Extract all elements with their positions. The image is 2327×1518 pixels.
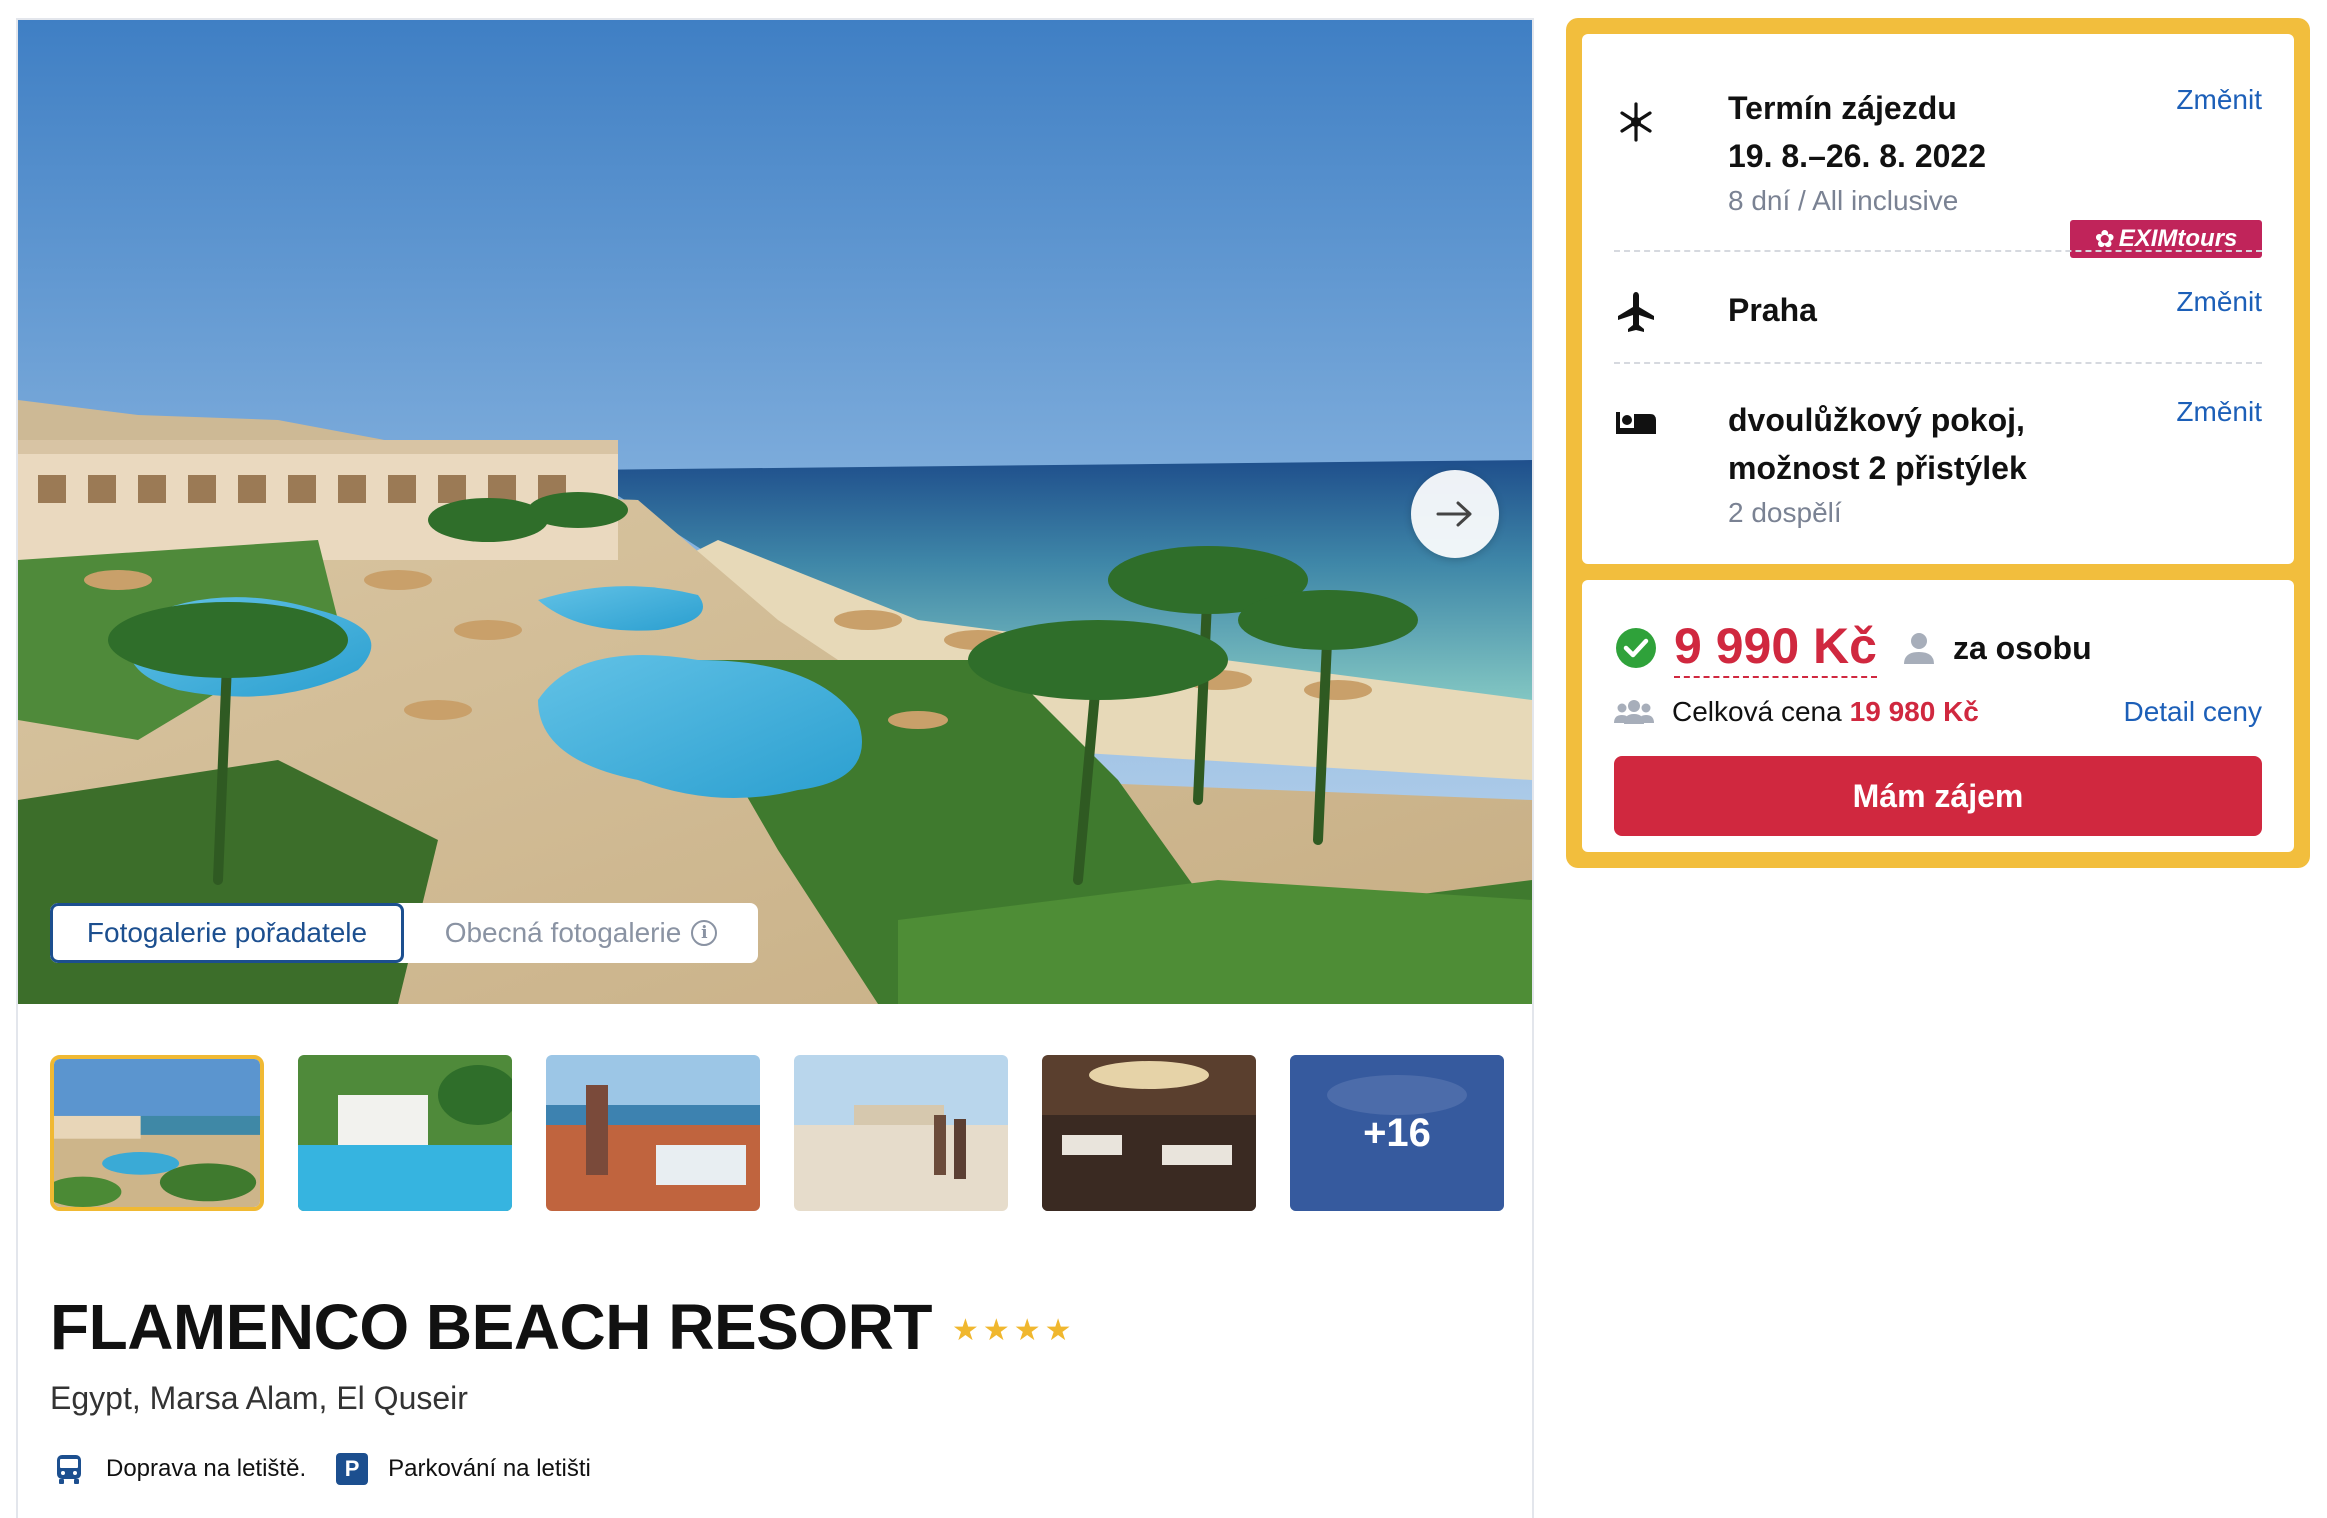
amenity-transfer-label: Doprava na letiště. <box>106 1455 307 1482</box>
thumbnail-pool-image <box>298 1055 512 1211</box>
term-dates: 19. 8.–26. 8. 2022 <box>1728 138 1986 174</box>
divider <box>1614 362 2262 364</box>
operator-logo: ✿ EXIMtours <box>2070 220 2262 258</box>
more-photos-count: +16 <box>1290 1055 1504 1211</box>
thumbnail-2[interactable] <box>298 1055 512 1211</box>
group-icon <box>1614 700 1654 724</box>
thumbnail-beach-image <box>794 1055 1008 1211</box>
amenity-transfer: Doprava na letiště. <box>52 1452 306 1486</box>
star-icon: ★ <box>982 1314 1010 1347</box>
thumbnail-resort-image <box>54 1059 260 1207</box>
tab-general-gallery[interactable]: Obecná fotogalerie i <box>404 903 758 963</box>
check-circle-icon <box>1616 628 1656 668</box>
thumbnail-restaurant-image <box>1042 1055 1256 1211</box>
thumbnail-strip: +16 <box>50 1055 1520 1215</box>
trip-details: Termín zájezdu 19. 8.–26. 8. 2022 8 dní … <box>1582 34 2294 564</box>
next-photo-button[interactable] <box>1411 470 1499 558</box>
interested-button[interactable]: Mám zájem <box>1614 756 2262 836</box>
person-icon <box>1903 633 1934 664</box>
plane-icon <box>1618 292 1654 332</box>
star-icon: ★ <box>1044 1314 1072 1347</box>
gallery-switch: Fotogalerie pořadatele Obecná fotogaleri… <box>50 903 758 963</box>
arrow-right-icon <box>1436 501 1472 527</box>
thumbnail-5[interactable] <box>1042 1055 1256 1211</box>
thumbnail-3[interactable] <box>546 1055 760 1211</box>
change-room-link[interactable]: Změnit <box>2176 396 2262 428</box>
price-box: 9 990 Kč za osobu Celková cena 19 980 Kč… <box>1582 580 2294 852</box>
thumbnail-4[interactable] <box>794 1055 1008 1211</box>
hero-photo[interactable]: Fotogalerie pořadatele Obecná fotogaleri… <box>18 20 1532 1004</box>
room-occupancy: 2 dospělí <box>1728 497 1842 528</box>
amenity-parking: P Parkování na letišti <box>336 1453 591 1485</box>
bus-icon <box>57 1455 81 1484</box>
star-rating: ★ ★ ★ ★ <box>952 1308 1072 1346</box>
price-per-person[interactable]: 9 990 Kč <box>1674 618 1877 678</box>
thumbnail-1[interactable] <box>50 1055 264 1211</box>
hotel-name: FLAMENCO BEACH RESORT <box>50 1291 932 1363</box>
room-row: dvoulůžkový pokoj, možnost 2 přistýlek 2… <box>1614 396 2262 536</box>
amenity-parking-label: Parkování na letišti <box>388 1455 591 1482</box>
change-departure-link[interactable]: Změnit <box>2176 286 2262 318</box>
amenities-list: Doprava na letiště. P Parkování na letiš… <box>52 1452 591 1486</box>
operator-logo-text: EXIMtours <box>2118 225 2238 252</box>
tab-general-gallery-label: Obecná fotogalerie <box>444 917 682 948</box>
room-type-line1: dvoulůžkový pokoj, <box>1728 402 2025 438</box>
thumbnail-balcony-image <box>546 1055 760 1211</box>
info-icon[interactable]: i <box>691 920 718 946</box>
booking-panel: Termín zájezdu 19. 8.–26. 8. 2022 8 dní … <box>1566 18 2310 868</box>
tab-organizer-gallery[interactable]: Fotogalerie pořadatele <box>50 903 404 963</box>
departure-city: Praha <box>1728 292 1817 328</box>
hotel-location: Egypt, Marsa Alam, El Quseir <box>50 1380 468 1416</box>
per-person-label: za osobu <box>1952 629 2092 666</box>
price-detail-link[interactable]: Detail ceny <box>2123 696 2262 728</box>
hotel-card: Fotogalerie pořadatele Obecná fotogaleri… <box>16 18 1534 1518</box>
thumbnail-more[interactable]: +16 <box>1290 1055 1504 1211</box>
room-type-line2: možnost 2 přistýlek <box>1728 450 2027 486</box>
tab-organizer-gallery-label: Fotogalerie pořadatele <box>86 917 368 948</box>
star-icon: ★ <box>1013 1314 1041 1347</box>
sun-icon <box>1620 102 1652 142</box>
price-per-person-row: 9 990 Kč za osobu <box>1614 618 2092 678</box>
resort-photo <box>18 20 1532 1004</box>
total-price-row: Celková cena 19 980 Kč Detail ceny <box>1614 692 2262 732</box>
parking-icon: P <box>336 1453 369 1485</box>
term-title: Termín zájezdu <box>1728 90 1957 126</box>
total-price-value: 19 980 Kč <box>1849 696 1979 727</box>
departure-row: Praha Změnit <box>1614 286 2262 346</box>
star-icon: ★ <box>951 1314 979 1347</box>
term-sub: 8 dní / All inclusive <box>1728 185 1959 216</box>
divider <box>1614 250 2262 252</box>
bed-icon <box>1616 412 1656 434</box>
change-term-link[interactable]: Změnit <box>2176 84 2262 116</box>
hotel-title-row: FLAMENCO BEACH RESORT ★ ★ ★ ★ <box>50 1290 1072 1364</box>
term-row: Termín zájezdu 19. 8.–26. 8. 2022 8 dní … <box>1614 84 2262 258</box>
total-price-label: Celková cena <box>1672 696 1842 727</box>
